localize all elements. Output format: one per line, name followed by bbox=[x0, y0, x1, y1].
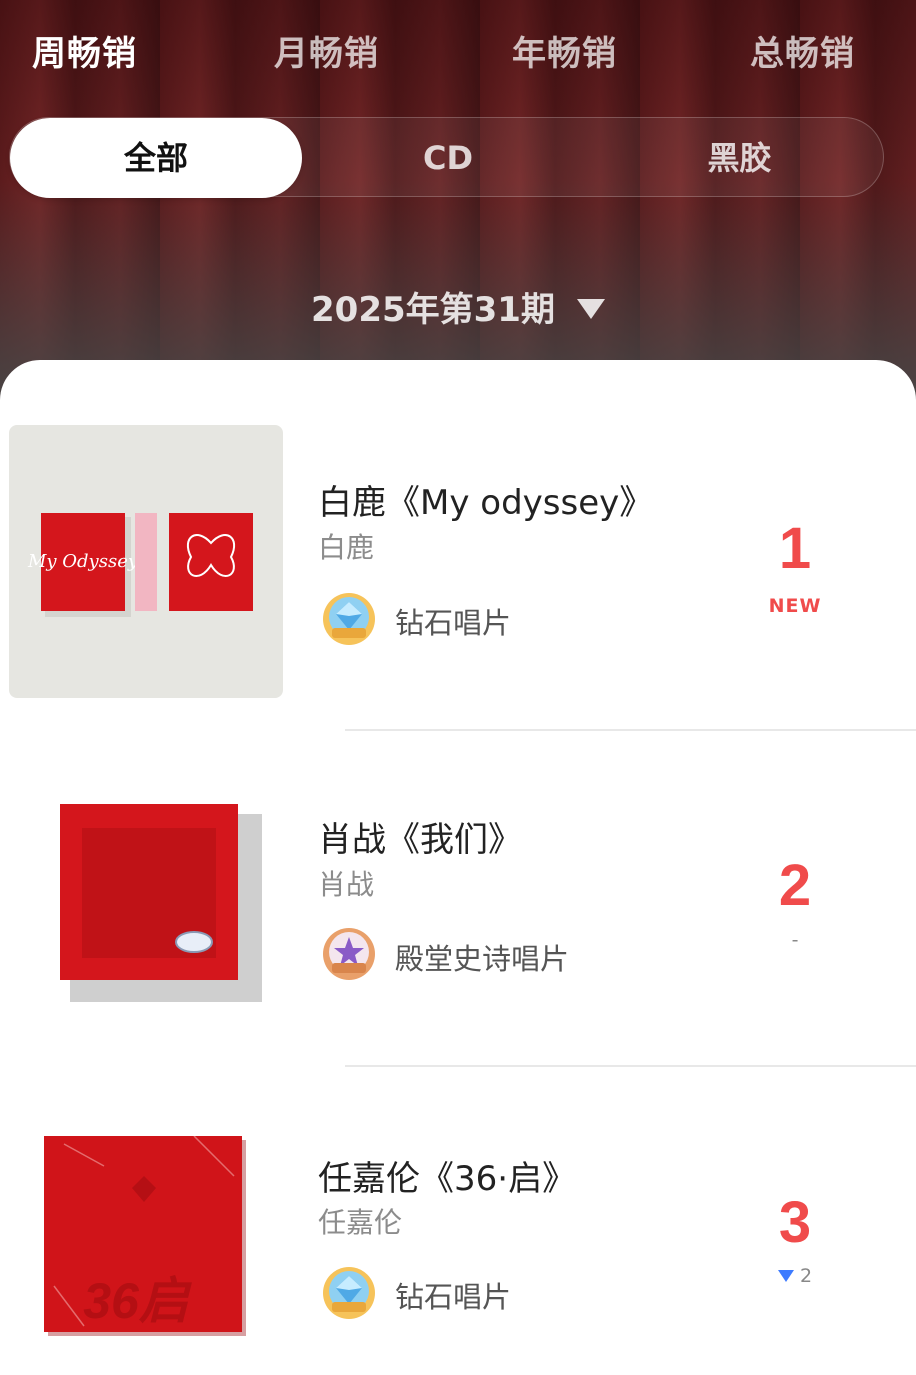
album-title: 肖战《我们》 bbox=[318, 820, 522, 860]
chevron-down-icon bbox=[576, 298, 605, 319]
format-segmented-control: 全部 CD 黑胶 bbox=[9, 117, 885, 198]
rank-number: 1 bbox=[778, 516, 812, 581]
tab-yearly[interactable]: 年畅销 bbox=[512, 26, 617, 75]
segment-cd[interactable]: CD bbox=[302, 118, 594, 198]
badge-label: 殿堂史诗唱片 bbox=[395, 942, 570, 976]
trend-indicator: NEW bbox=[768, 595, 822, 617]
period-label: 2025年第31期 bbox=[311, 290, 555, 330]
rank-number: 2 bbox=[778, 853, 812, 918]
tab-total[interactable]: 总畅销 bbox=[750, 26, 855, 75]
album-title: 白鹿《My odyssey》 bbox=[318, 483, 654, 523]
album-title: 任嘉伦《36·启》 bbox=[318, 1159, 577, 1199]
album-cover: 36启 bbox=[44, 1136, 246, 1336]
tab-weekly[interactable]: 周畅销 bbox=[32, 26, 137, 75]
album-cover bbox=[60, 804, 262, 1002]
cover-text: My Odyssey bbox=[27, 551, 139, 572]
segment-all[interactable]: 全部 bbox=[10, 118, 302, 198]
diamond-record-badge-icon bbox=[323, 1267, 375, 1319]
list-item[interactable]: 36启 任嘉伦《36·启》 任嘉伦 钻石唱片 3 2 bbox=[0, 1068, 916, 1375]
trend-value: 2 bbox=[799, 1265, 813, 1287]
album-artist: 任嘉伦 bbox=[318, 1206, 403, 1239]
arrow-down-icon bbox=[777, 1270, 794, 1282]
period-selector[interactable]: 2025年第31期 bbox=[0, 282, 916, 331]
album-artist: 肖战 bbox=[318, 868, 375, 901]
list-item[interactable]: My Odyssey 白鹿《My odyssey》 白鹿 钻石唱片 1 NEW bbox=[0, 360, 916, 698]
rank-number: 3 bbox=[778, 1190, 812, 1255]
album-artist: 白鹿 bbox=[318, 531, 375, 564]
trend-indicator: 2 bbox=[760, 1265, 830, 1287]
tab-monthly[interactable]: 月畅销 bbox=[274, 26, 379, 75]
diamond-record-badge-icon bbox=[323, 593, 375, 645]
divider bbox=[345, 729, 916, 731]
badge-label: 钻石唱片 bbox=[395, 606, 512, 640]
segment-vinyl[interactable]: 黑胶 bbox=[594, 118, 885, 198]
list-item[interactable]: 肖战《我们》 肖战 殿堂史诗唱片 2 - bbox=[0, 732, 916, 1069]
chart-period-tabs: 周畅销 月畅销 年畅销 总畅销 bbox=[0, 26, 916, 76]
divider bbox=[345, 1065, 916, 1067]
chart-list: My Odyssey 白鹿《My odyssey》 白鹿 钻石唱片 1 NEW … bbox=[0, 360, 916, 1375]
album-cover: My Odyssey bbox=[9, 425, 283, 698]
cover-text: 36启 bbox=[83, 1273, 193, 1329]
hall-of-fame-epic-badge-icon bbox=[323, 928, 375, 980]
badge-label: 钻石唱片 bbox=[395, 1280, 512, 1314]
trend-indicator: - bbox=[791, 929, 799, 951]
